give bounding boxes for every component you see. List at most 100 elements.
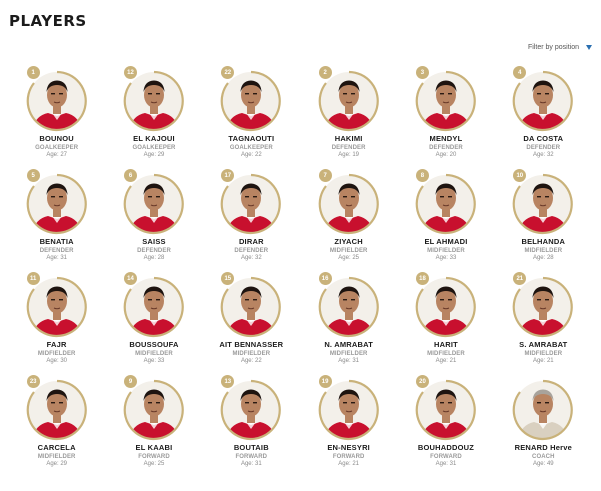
player-card[interactable]: 12 EL KAJOUI GOALKEEPER Age: 29 (105, 63, 202, 166)
player-position: MIDFIELDER (232, 351, 271, 357)
player-photo: 23 (24, 375, 90, 441)
player-name: SAISS (142, 237, 166, 246)
player-card[interactable]: 19 EN-NESYRI FORWARD Age: 21 (300, 372, 397, 475)
age-value: 31 (254, 461, 262, 467)
player-photo: 12 (121, 66, 187, 132)
player-card[interactable]: 1 BOUNOU GOALKEEPER Age: 27 (8, 63, 105, 166)
player-age: Age: 22 (241, 152, 262, 158)
player-age: Age: 29 (46, 461, 67, 467)
player-name: MENDYL (429, 134, 463, 143)
player-photo: 19 (316, 375, 382, 441)
player-card[interactable]: 15 AIT BENNASSER MIDFIELDER Age: 22 (203, 269, 300, 372)
player-position: DEFENDER (331, 145, 366, 151)
player-age: Age: 32 (533, 152, 554, 158)
filter-label: Filter by position (528, 44, 579, 51)
player-card[interactable]: 9 EL KAABI FORWARD Age: 25 (105, 372, 202, 475)
player-card[interactable]: 4 DA COSTA DEFENDER Age: 32 (495, 63, 592, 166)
player-age: Age: 33 (144, 358, 165, 364)
player-position: MIDFIELDER (329, 351, 368, 357)
age-value: 49 (546, 461, 554, 467)
player-photo: 9 (121, 375, 187, 441)
player-position: GOALKEEPER (132, 145, 176, 151)
player-card[interactable]: 6 SAISS DEFENDER Age: 28 (105, 166, 202, 269)
age-label: Age: (532, 461, 546, 467)
age-label: Age: (532, 255, 546, 261)
player-age: Age: 29 (144, 152, 165, 158)
player-photo: 2 (316, 66, 382, 132)
player-position: MIDFIELDER (37, 454, 76, 460)
player-card[interactable]: 23 CARCELA MIDFIELDER Age: 29 (8, 372, 105, 475)
age-value: 32 (254, 255, 262, 261)
player-card[interactable]: 18 HARIT MIDFIELDER Age: 21 (397, 269, 494, 372)
player-age: Age: 49 (533, 461, 554, 467)
player-name: EN-NESYRI (327, 443, 370, 452)
player-card[interactable]: 5 BENATIA DEFENDER Age: 31 (8, 166, 105, 269)
player-name: N. AMRABAT (324, 340, 373, 349)
player-name: EL AHMADI (424, 237, 468, 246)
age-value: 30 (60, 358, 68, 364)
player-card[interactable]: 2 HAKIMI DEFENDER Age: 19 (300, 63, 397, 166)
age-value: 29 (60, 461, 68, 467)
player-card[interactable]: 13 BOUTAIB FORWARD Age: 31 (203, 372, 300, 475)
player-card[interactable]: 3 MENDYL DEFENDER Age: 20 (397, 63, 494, 166)
player-card[interactable]: RENARD Herve COACH Age: 49 (495, 372, 592, 475)
player-name: EL KAABI (135, 443, 173, 452)
jersey-number-badge: 19 (318, 375, 332, 388)
page-title: PLAYERS (9, 12, 87, 30)
age-value: 21 (449, 358, 457, 364)
player-age: Age: 31 (338, 358, 359, 364)
age-value: 19 (352, 152, 359, 158)
player-position: DEFENDER (429, 145, 463, 151)
player-card[interactable]: 17 DIRAR DEFENDER Age: 32 (203, 166, 300, 269)
age-value: 32 (546, 152, 554, 158)
player-age: Age: 20 (436, 152, 457, 158)
age-label: Age: (46, 255, 59, 261)
age-value: 31 (449, 461, 457, 467)
age-value: 21 (546, 358, 554, 364)
jersey-number-badge: 7 (318, 169, 332, 182)
player-photo: 6 (121, 169, 187, 235)
age-label: Age: (532, 358, 546, 364)
player-position: MIDFIELDER (427, 351, 465, 357)
player-position: COACH (532, 454, 555, 460)
players-grid: 1 BOUNOU GOALKEEPER Age: 27 12 EL KAJOUI… (8, 63, 592, 475)
jersey-number-badge: 11 (26, 272, 40, 285)
age-value: 22 (254, 152, 262, 158)
player-name: BENATIA (39, 237, 74, 246)
age-value: 31 (60, 255, 68, 261)
player-card[interactable]: 11 FAJR MIDFIELDER Age: 30 (8, 269, 105, 372)
player-card[interactable]: 8 EL AHMADI MIDFIELDER Age: 33 (397, 166, 494, 269)
player-card[interactable]: 10 BELHANDA MIDFIELDER Age: 28 (495, 166, 592, 269)
player-age: Age: 28 (533, 255, 554, 261)
player-name: HAKIMI (334, 134, 363, 143)
age-value: 25 (352, 255, 359, 261)
age-label: Age: (435, 152, 448, 158)
funnel-icon (586, 45, 592, 50)
player-name: TAGNAOUTI (228, 134, 275, 143)
age-label: Age: (435, 358, 448, 364)
player-position: GOALKEEPER (229, 145, 273, 151)
player-photo: 22 (218, 66, 284, 132)
player-card[interactable]: 7 ZIYACH MIDFIELDER Age: 25 (300, 166, 397, 269)
filter-by-position-dropdown[interactable]: Filter by position (528, 44, 592, 51)
age-label: Age: (338, 461, 351, 467)
player-card[interactable]: 14 BOUSSOUFA MIDFIELDER Age: 33 (105, 269, 202, 372)
player-position: MIDFIELDER (135, 351, 173, 357)
jersey-number-badge: 8 (415, 169, 429, 182)
age-label: Age: (240, 358, 254, 364)
player-card[interactable]: 20 BOUHADDOUZ FORWARD Age: 31 (397, 372, 494, 475)
jersey-number-badge: 12 (123, 66, 137, 79)
player-photo: 20 (413, 375, 479, 441)
player-age: Age: 21 (436, 358, 457, 364)
player-card[interactable]: 22 TAGNAOUTI GOALKEEPER Age: 22 (203, 63, 300, 166)
player-card[interactable]: 21 S. AMRABAT MIDFIELDER Age: 21 (495, 269, 592, 372)
age-label: Age: (46, 461, 59, 467)
age-value: 21 (352, 461, 359, 467)
age-label: Age: (532, 152, 546, 158)
age-label: Age: (143, 358, 156, 364)
player-card[interactable]: 16 N. AMRABAT MIDFIELDER Age: 31 (300, 269, 397, 372)
age-value: 20 (449, 152, 457, 158)
player-position: MIDFIELDER (37, 351, 76, 357)
jersey-number-badge: 5 (26, 169, 40, 182)
player-photo: 14 (121, 272, 187, 338)
